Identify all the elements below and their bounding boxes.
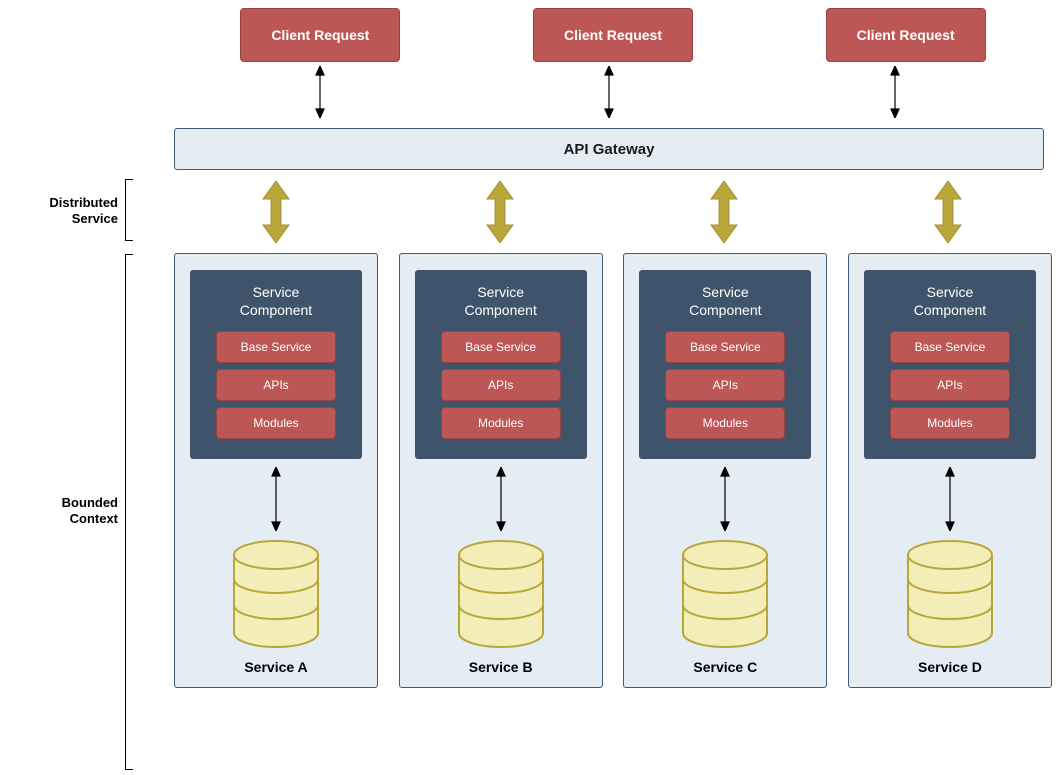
- service-component-title: ServiceComponent: [202, 284, 350, 319]
- service-component-title: ServiceComponent: [427, 284, 575, 319]
- base-service-box: Base Service: [890, 331, 1010, 363]
- apis-box: APIs: [441, 369, 561, 401]
- service-container-a: ServiceComponent Base Service APIs Modul…: [174, 253, 378, 688]
- thick-double-arrow-icon: [933, 181, 963, 243]
- service-name-label: Service A: [244, 659, 307, 675]
- double-arrow-icon: [602, 66, 616, 118]
- modules-box: Modules: [890, 407, 1010, 439]
- database-icon: [677, 539, 773, 649]
- double-arrow-icon: [313, 66, 327, 118]
- bounded-context-label: BoundedContext: [42, 495, 118, 526]
- double-arrow-icon: [269, 467, 283, 531]
- database-icon: [453, 539, 549, 649]
- bracket-icon: [125, 179, 133, 241]
- client-request-box: Client Request: [240, 8, 400, 62]
- double-arrow-icon: [494, 467, 508, 531]
- service-component-title: ServiceComponent: [876, 284, 1024, 319]
- double-arrow-icon: [943, 467, 957, 531]
- database-icon: [902, 539, 998, 649]
- apis-box: APIs: [216, 369, 336, 401]
- service-component-box: ServiceComponent Base Service APIs Modul…: [190, 270, 362, 459]
- database-icon: [228, 539, 324, 649]
- thick-double-arrow-icon: [261, 181, 291, 243]
- service-component-title: ServiceComponent: [651, 284, 799, 319]
- modules-box: Modules: [441, 407, 561, 439]
- modules-box: Modules: [216, 407, 336, 439]
- double-arrow-icon: [718, 467, 732, 531]
- service-container-c: ServiceComponent Base Service APIs Modul…: [623, 253, 827, 688]
- client-request-box: Client Request: [826, 8, 986, 62]
- base-service-box: Base Service: [665, 331, 785, 363]
- service-component-box: ServiceComponent Base Service APIs Modul…: [639, 270, 811, 459]
- base-service-box: Base Service: [441, 331, 561, 363]
- api-gateway-box: API Gateway: [174, 128, 1044, 170]
- service-component-box: ServiceComponent Base Service APIs Modul…: [415, 270, 587, 459]
- bracket-icon: [125, 254, 133, 770]
- service-name-label: Service B: [469, 659, 533, 675]
- thick-double-arrow-icon: [485, 181, 515, 243]
- apis-box: APIs: [890, 369, 1010, 401]
- service-container-d: ServiceComponent Base Service APIs Modul…: [848, 253, 1052, 688]
- service-name-label: Service C: [693, 659, 757, 675]
- service-component-box: ServiceComponent Base Service APIs Modul…: [864, 270, 1036, 459]
- services-row: ServiceComponent Base Service APIs Modul…: [174, 253, 1052, 688]
- double-arrow-icon: [888, 66, 902, 118]
- service-container-b: ServiceComponent Base Service APIs Modul…: [399, 253, 603, 688]
- client-request-box: Client Request: [533, 8, 693, 62]
- distributed-service-label: DistributedService: [22, 195, 118, 226]
- client-request-row: Client Request Client Request Client Req…: [174, 8, 1052, 62]
- base-service-box: Base Service: [216, 331, 336, 363]
- service-name-label: Service D: [918, 659, 982, 675]
- apis-box: APIs: [665, 369, 785, 401]
- thick-double-arrow-icon: [709, 181, 739, 243]
- modules-box: Modules: [665, 407, 785, 439]
